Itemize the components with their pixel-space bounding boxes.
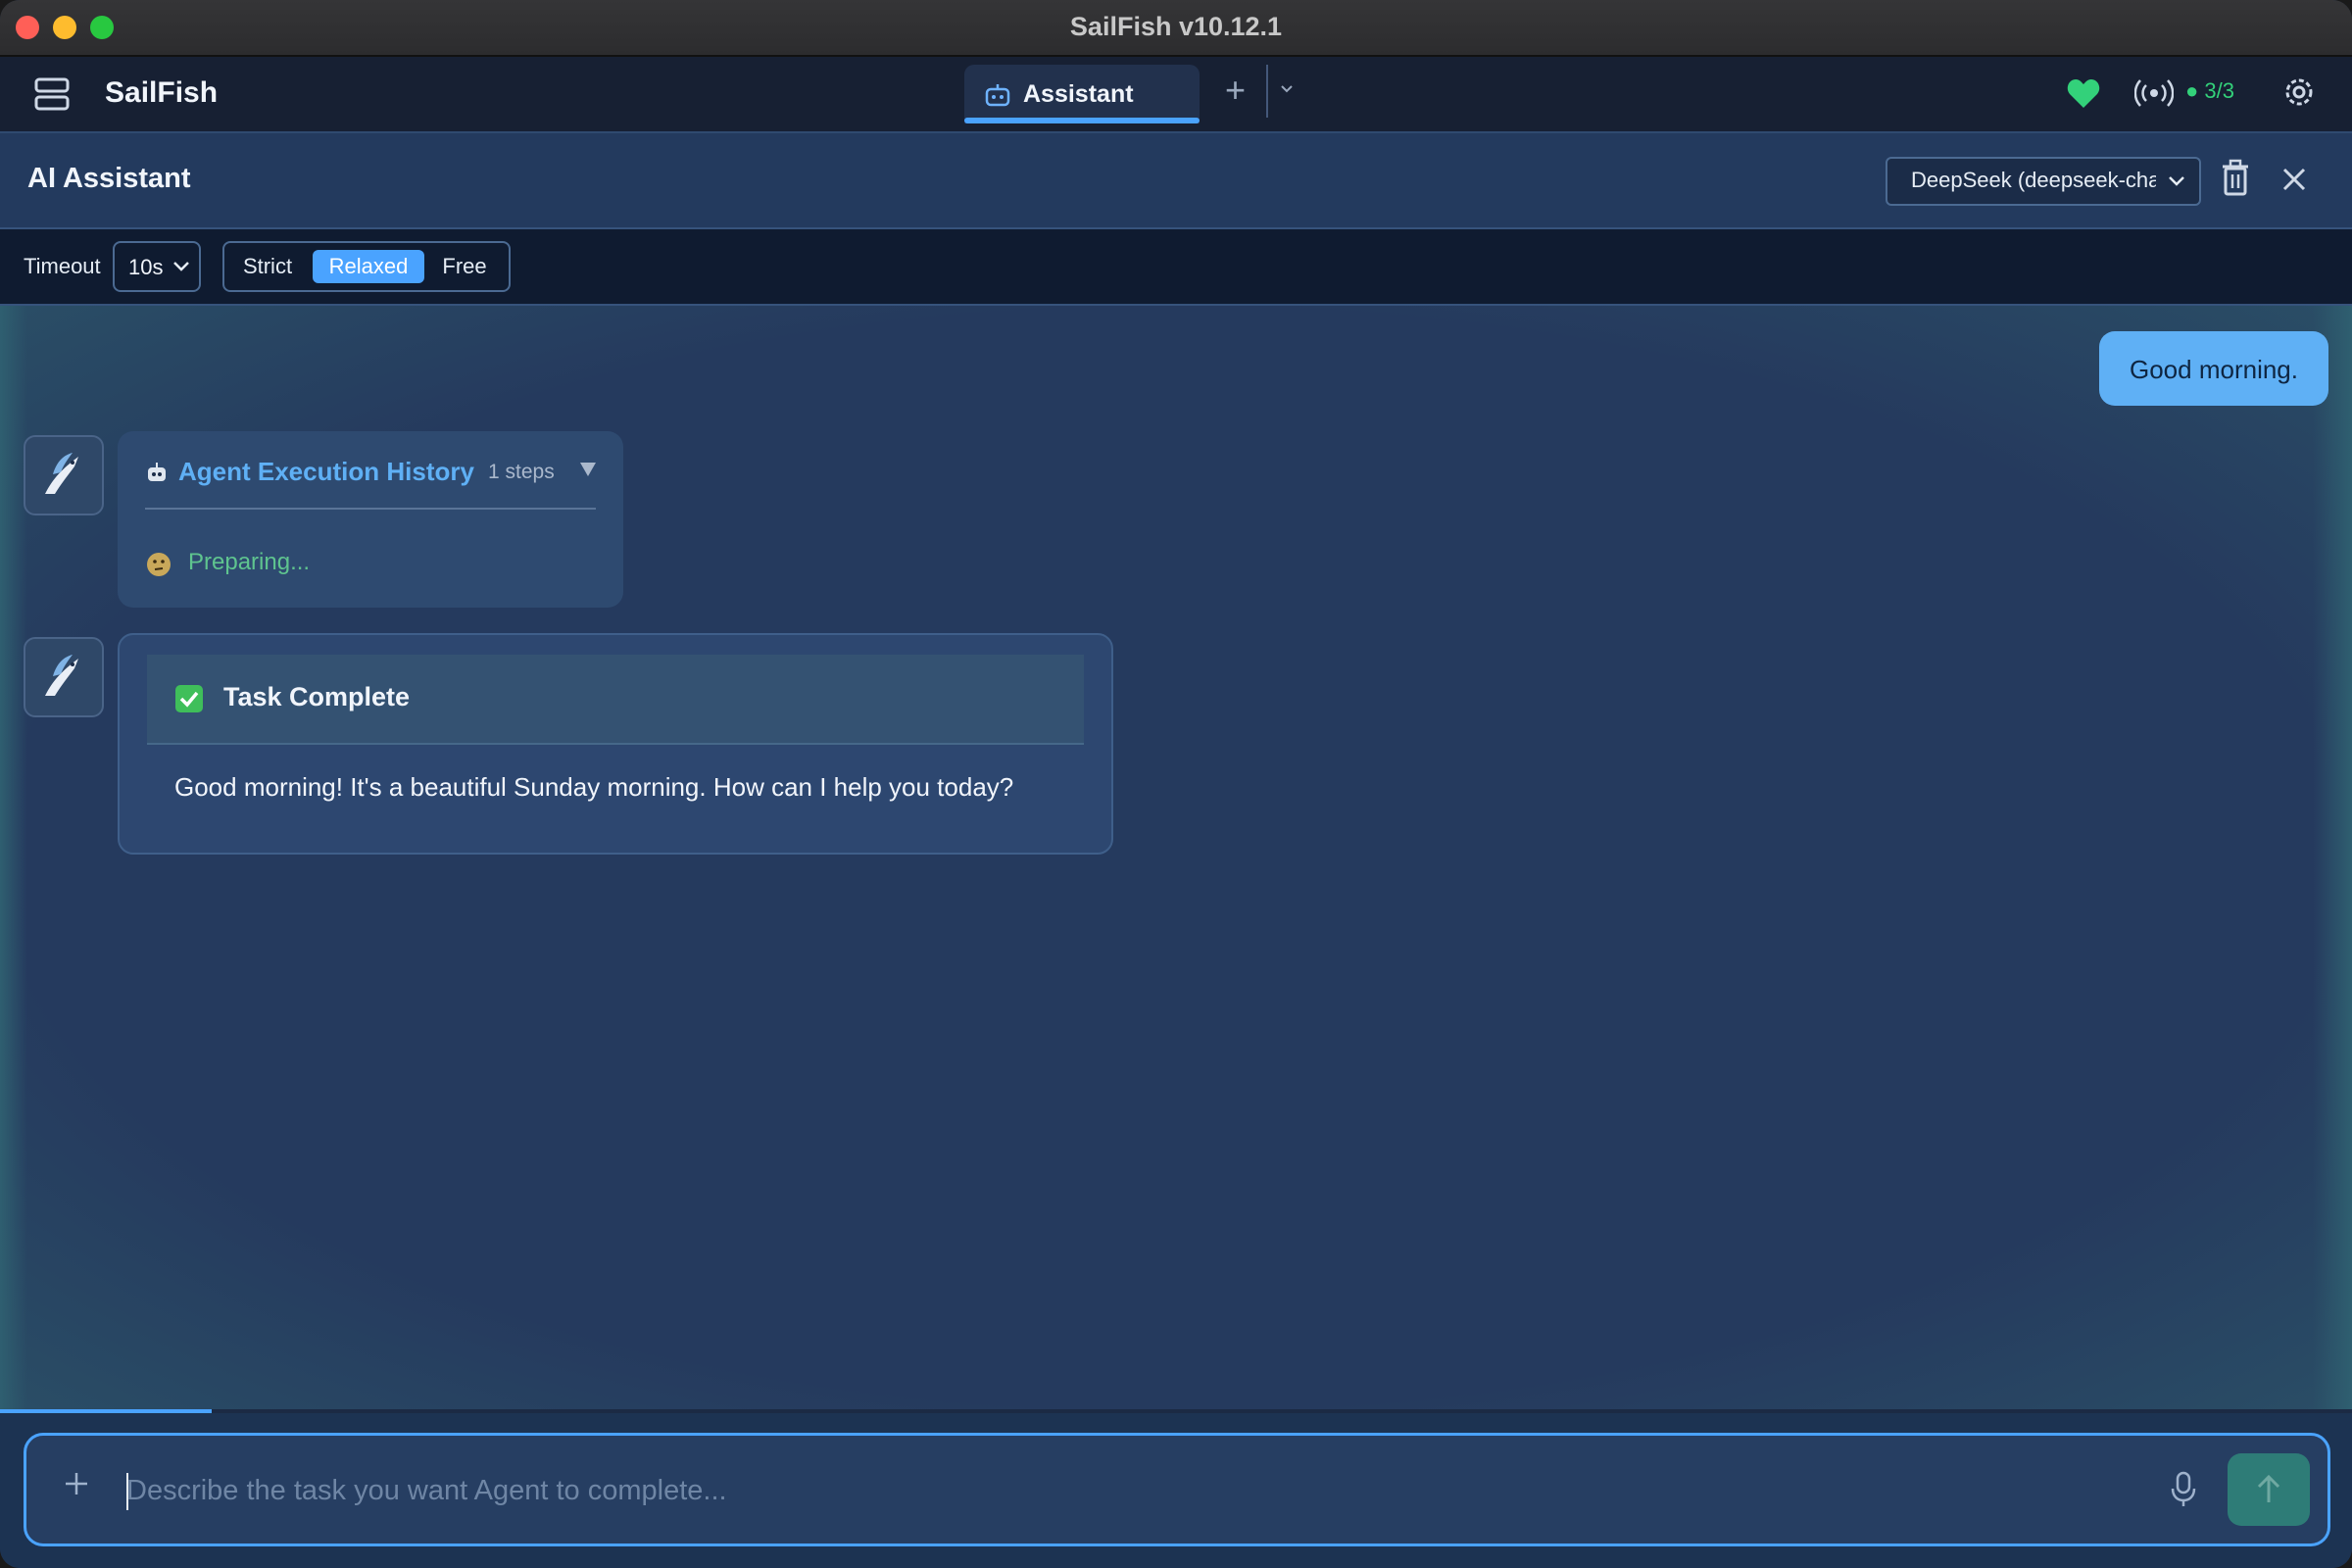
gear-icon[interactable] xyxy=(2281,74,2317,110)
avatar xyxy=(24,435,104,515)
plus-icon[interactable] xyxy=(62,1469,91,1498)
sailfish-icon xyxy=(45,453,78,494)
tab-label: Assistant xyxy=(1023,80,1134,108)
trash-icon[interactable] xyxy=(2219,159,2252,198)
avatar xyxy=(24,637,104,717)
history-steps-count: 1 steps xyxy=(488,461,555,483)
text-caret xyxy=(126,1473,128,1510)
timeout-label: Timeout xyxy=(24,254,101,278)
microphone-icon[interactable] xyxy=(2169,1471,2198,1508)
app-brand: SailFish xyxy=(105,76,219,109)
user-message-text: Good morning. xyxy=(2130,355,2298,384)
app-window: SailFish v10.12.1 SailFish Assistant + ●… xyxy=(0,0,2352,1568)
result-title: Task Complete xyxy=(223,682,411,711)
chat-edge-glow xyxy=(2313,306,2352,1411)
mode-strict-button[interactable]: Strict xyxy=(236,250,299,283)
sailfish-icon xyxy=(45,655,78,696)
connection-count-badge: ● 3/3 xyxy=(2185,78,2234,103)
composer-area xyxy=(0,1413,2352,1568)
thinking-face-icon xyxy=(147,553,171,576)
robot-icon xyxy=(985,84,1010,107)
page-title: AI Assistant xyxy=(27,163,191,194)
agent-history-card[interactable]: Agent Execution History 1 steps Preparin… xyxy=(118,431,623,608)
result-message-text: Good morning! It's a beautiful Sunday mo… xyxy=(174,772,1014,802)
timeout-value: 10s xyxy=(128,255,164,279)
task-composer xyxy=(24,1433,2330,1546)
check-mark-icon xyxy=(175,685,203,712)
divider xyxy=(145,508,596,510)
arrow-up-icon xyxy=(2257,1474,2280,1502)
agent-toolbar: Timeout 10s Strict Relaxed Free xyxy=(0,229,2352,306)
history-status-text: Preparing... xyxy=(188,549,311,575)
broadcast-icon[interactable] xyxy=(2134,76,2174,110)
mode-segmented-control: Strict Relaxed Free xyxy=(222,241,511,292)
robot-icon xyxy=(148,463,166,481)
assistant-result-card: Task Complete Good morning! It's a beaut… xyxy=(118,633,1113,855)
sidebar-toggle-icon[interactable] xyxy=(33,76,71,112)
assistant-header: AI Assistant DeepSeek (deepseek-chat) xyxy=(0,133,2352,229)
close-icon[interactable] xyxy=(2279,165,2309,194)
user-message-bubble: Good morning. xyxy=(2099,331,2328,406)
app-header: SailFish Assistant + ● 3/3 xyxy=(0,57,2352,133)
add-tab-button[interactable]: + xyxy=(1225,71,1246,110)
model-select[interactable]: DeepSeek (deepseek-chat) xyxy=(1886,157,2201,206)
chevron-down-icon xyxy=(2169,176,2184,186)
send-button[interactable] xyxy=(2228,1453,2310,1526)
title-bar: SailFish v10.12.1 xyxy=(0,0,2352,57)
window-title: SailFish v10.12.1 xyxy=(1069,12,1283,41)
connection-count: 3/3 xyxy=(2204,78,2234,103)
active-tab-indicator xyxy=(964,118,1200,123)
mode-free-button[interactable]: Free xyxy=(432,250,497,283)
chevron-down-icon xyxy=(173,262,189,271)
model-select-value: DeepSeek (deepseek-chat) xyxy=(1911,168,2156,192)
triangle-down-icon[interactable] xyxy=(578,461,598,478)
tab-divider xyxy=(1266,65,1268,118)
chevron-down-icon[interactable] xyxy=(1274,76,1299,102)
mode-relaxed-button[interactable]: Relaxed xyxy=(313,250,424,283)
heart-icon[interactable] xyxy=(2066,76,2101,110)
result-header: Task Complete xyxy=(147,655,1084,745)
task-input[interactable] xyxy=(124,1465,2167,1516)
timeout-select[interactable]: 10s xyxy=(113,241,201,292)
tab-assistant[interactable]: Assistant xyxy=(964,65,1200,123)
history-title: Agent Execution History xyxy=(178,457,474,486)
